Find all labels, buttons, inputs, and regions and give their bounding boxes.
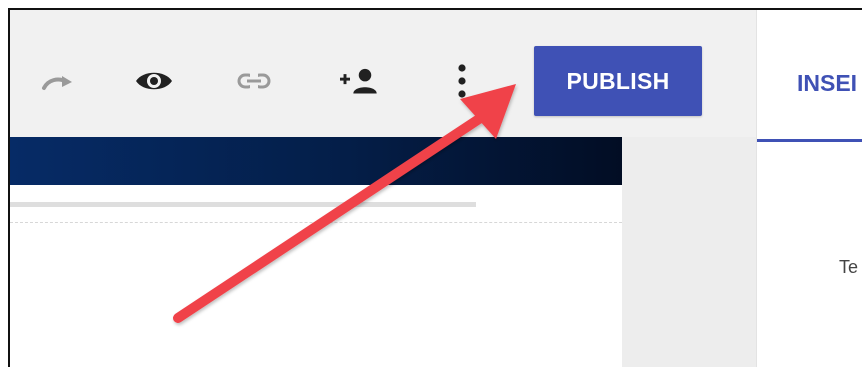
tab-insert[interactable]: INSEI [797,70,857,97]
side-panel: INSEI Te [756,10,862,367]
publish-button[interactable]: PUBLISH [534,46,702,116]
editor-toolbar: PUBLISH [10,10,756,137]
header-banner [10,137,622,185]
preview-eye-icon [136,72,172,90]
link-icon [237,73,271,89]
canvas-gutter [622,137,756,367]
preview-button[interactable] [134,61,174,101]
share-add-person-icon [340,68,377,94]
more-options-button[interactable] [442,61,482,101]
more-vert-icon [458,64,466,98]
placeholder-line [10,202,476,207]
share-button[interactable] [340,61,380,101]
tab-insert-indicator [757,139,862,142]
page-canvas [10,137,622,367]
insert-link-button[interactable] [234,61,274,101]
section-divider [10,222,622,223]
redo-button[interactable] [38,61,78,101]
redo-icon [42,76,72,90]
panel-partial-text: Te [839,257,859,277]
app-window: PUBLISH INSEI Te [8,8,862,367]
